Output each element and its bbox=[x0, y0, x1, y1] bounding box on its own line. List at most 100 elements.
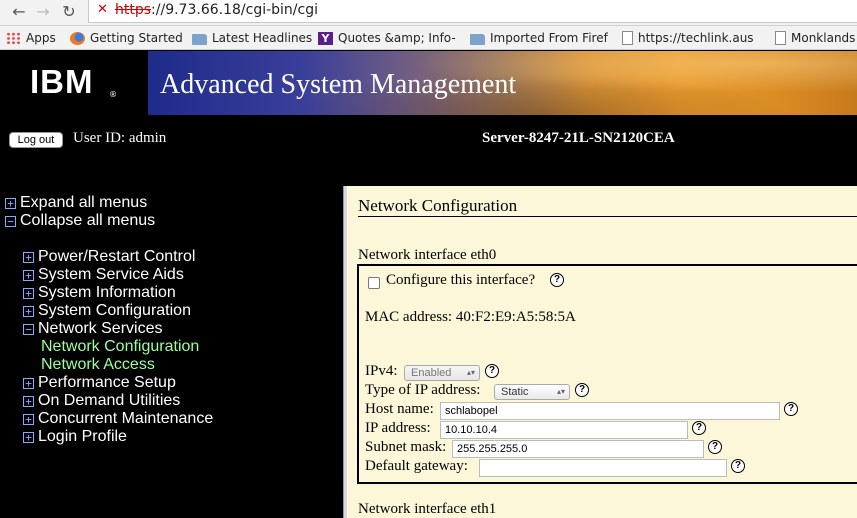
bookmark-getting-started[interactable]: Getting Started bbox=[70, 30, 183, 46]
bookmark-techlink[interactable]: https://techlink.aus bbox=[622, 30, 754, 46]
forward-icon[interactable]: → bbox=[32, 2, 54, 22]
eth0-heading: Network interface eth0 bbox=[358, 247, 497, 263]
bookmarks-bar: Apps Getting Started Latest Headlines Y … bbox=[0, 26, 857, 50]
ip-type-select[interactable]: Static ▴▾ bbox=[494, 384, 570, 400]
nav-label: Network Configuration bbox=[41, 338, 200, 355]
bookmark-monklands[interactable]: Monklands I bbox=[775, 30, 857, 46]
expand-icon: + bbox=[23, 305, 34, 317]
back-icon[interactable]: ← bbox=[8, 2, 30, 22]
help-icon[interactable]: ? bbox=[708, 440, 722, 454]
reload-icon[interactable]: ↻ bbox=[58, 2, 80, 22]
ip-address-label: IP address: bbox=[365, 420, 431, 436]
expand-icon: + bbox=[23, 395, 34, 407]
menu-system-information[interactable]: + System Information bbox=[23, 284, 176, 302]
eth1-heading: Network interface eth1 bbox=[358, 501, 497, 517]
host-name-input[interactable] bbox=[440, 402, 780, 420]
url-text[interactable]: https://9.73.66.18/cgi-bin/cgi bbox=[115, 2, 318, 18]
address-bar[interactable]: ✕ https://9.73.66.18/cgi-bin/cgi bbox=[88, 0, 857, 23]
help-icon[interactable]: ? bbox=[575, 383, 589, 397]
help-icon[interactable]: ? bbox=[485, 364, 499, 378]
content-panel: Network Configuration Network interface … bbox=[348, 186, 857, 518]
title-divider bbox=[358, 216, 857, 217]
expand-icon: + bbox=[23, 287, 34, 299]
bookmark-label: Monklands I bbox=[791, 31, 857, 45]
mac-address: MAC address: 40:F2:E9:A5:58:5A bbox=[365, 309, 576, 325]
subnet-mask-label: Subnet mask: bbox=[365, 439, 447, 455]
help-icon[interactable]: ? bbox=[784, 402, 798, 416]
chevron-updown-icon: ▴▾ bbox=[556, 387, 565, 396]
help-icon[interactable]: ? bbox=[550, 273, 564, 287]
help-icon[interactable]: ? bbox=[731, 459, 745, 473]
page-icon bbox=[775, 31, 786, 45]
select-value: Enabled bbox=[411, 367, 452, 379]
nav-label: Concurrent Maintenance bbox=[38, 410, 214, 427]
nav-label: Collapse all menus bbox=[20, 212, 156, 229]
nav-label: On Demand Utilities bbox=[38, 392, 181, 409]
nav-label: Login Profile bbox=[38, 428, 127, 445]
chevron-updown-icon: ▴▾ bbox=[466, 368, 475, 377]
expand-icon: + bbox=[23, 377, 34, 389]
menu-system-configuration[interactable]: + System Configuration bbox=[23, 302, 191, 320]
nav-label: Network Access bbox=[41, 356, 155, 373]
ip-address-input[interactable] bbox=[440, 421, 688, 439]
bookmark-apps[interactable]: Apps bbox=[6, 30, 56, 46]
ibm-logo: IBM bbox=[30, 63, 94, 100]
menu-login-profile[interactable]: + Login Profile bbox=[23, 428, 127, 446]
app-title: Advanced System Management bbox=[160, 69, 517, 100]
menu-performance-setup[interactable]: + Performance Setup bbox=[23, 374, 176, 392]
logout-button[interactable]: Log out bbox=[9, 132, 63, 148]
eth0-settings-box: Configure this interface? ? MAC address:… bbox=[357, 264, 857, 484]
ip-type-label: Type of IP address: bbox=[365, 382, 481, 398]
bookmark-latest-headlines[interactable]: Latest Headlines bbox=[192, 30, 312, 46]
help-icon[interactable]: ? bbox=[692, 421, 706, 435]
folder-icon bbox=[192, 33, 207, 45]
collapse-all-menus[interactable]: − Collapse all menus bbox=[5, 212, 155, 230]
yahoo-icon: Y bbox=[318, 31, 333, 45]
bookmark-label: Quotes &amp; Info- bbox=[338, 31, 456, 45]
ibm-logo-panel: IBM ® bbox=[0, 51, 148, 115]
firefox-icon bbox=[70, 31, 85, 45]
configure-interface-checkbox[interactable] bbox=[368, 277, 380, 289]
browser-toolbar: ← → ↻ ✕ https://9.73.66.18/cgi-bin/cgi bbox=[0, 0, 857, 26]
folder-icon bbox=[470, 33, 485, 45]
expand-icon: + bbox=[5, 197, 16, 209]
bookmark-label: Imported From Firefo bbox=[490, 31, 608, 45]
collapse-icon: − bbox=[23, 323, 34, 335]
host-name-label: Host name: bbox=[365, 401, 434, 417]
default-gateway-label: Default gateway: bbox=[365, 458, 468, 474]
ipv4-label: IPv4: bbox=[365, 363, 398, 379]
insecure-lock-icon[interactable]: ✕ bbox=[97, 2, 108, 17]
select-value: Static bbox=[501, 386, 529, 398]
nav-label: Expand all menus bbox=[20, 194, 148, 211]
asm-banner: IBM ® Advanced System Management bbox=[0, 51, 857, 115]
menu-power-restart-control[interactable]: + Power/Restart Control bbox=[23, 248, 195, 266]
bookmark-label: https://techlink.aus bbox=[638, 31, 754, 45]
bookmark-label: Apps bbox=[26, 31, 56, 45]
expand-icon: + bbox=[23, 413, 34, 425]
menu-network-services[interactable]: − Network Services bbox=[23, 320, 162, 338]
nav-label: System Configuration bbox=[38, 302, 191, 319]
menu-on-demand-utilities[interactable]: + On Demand Utilities bbox=[23, 392, 180, 410]
nav-label: Network Services bbox=[38, 320, 163, 337]
menu-network-access[interactable]: Network Access bbox=[41, 356, 155, 374]
user-id-label: User ID: admin bbox=[73, 130, 167, 146]
subnet-mask-input[interactable] bbox=[452, 440, 704, 458]
server-name: Server-8247-21L-SN2120CEA bbox=[482, 130, 675, 146]
navigation-menu: + Expand all menus − Collapse all menus … bbox=[0, 186, 343, 518]
bookmark-label: Getting Started bbox=[90, 31, 183, 45]
page-icon bbox=[622, 31, 633, 45]
menu-concurrent-maintenance[interactable]: + Concurrent Maintenance bbox=[23, 410, 213, 428]
menu-network-configuration[interactable]: Network Configuration bbox=[41, 338, 199, 356]
configure-interface-label: Configure this interface? bbox=[386, 272, 536, 288]
bookmark-quotes[interactable]: Y Quotes &amp; Info- bbox=[318, 30, 456, 46]
menu-system-service-aids[interactable]: + System Service Aids bbox=[23, 266, 184, 284]
bookmark-label: Latest Headlines bbox=[212, 31, 313, 45]
ipv4-select[interactable]: Enabled ▴▾ bbox=[404, 365, 480, 381]
bookmark-imported-from-firefox[interactable]: Imported From Firefo bbox=[470, 30, 608, 46]
session-bar: Log out User ID: admin Server-8247-21L-S… bbox=[0, 118, 857, 184]
default-gateway-input[interactable] bbox=[479, 459, 727, 477]
nav-label: System Information bbox=[38, 284, 176, 301]
expand-icon: + bbox=[23, 251, 34, 263]
expand-all-menus[interactable]: + Expand all menus bbox=[5, 194, 147, 212]
registered-mark: ® bbox=[109, 90, 117, 99]
